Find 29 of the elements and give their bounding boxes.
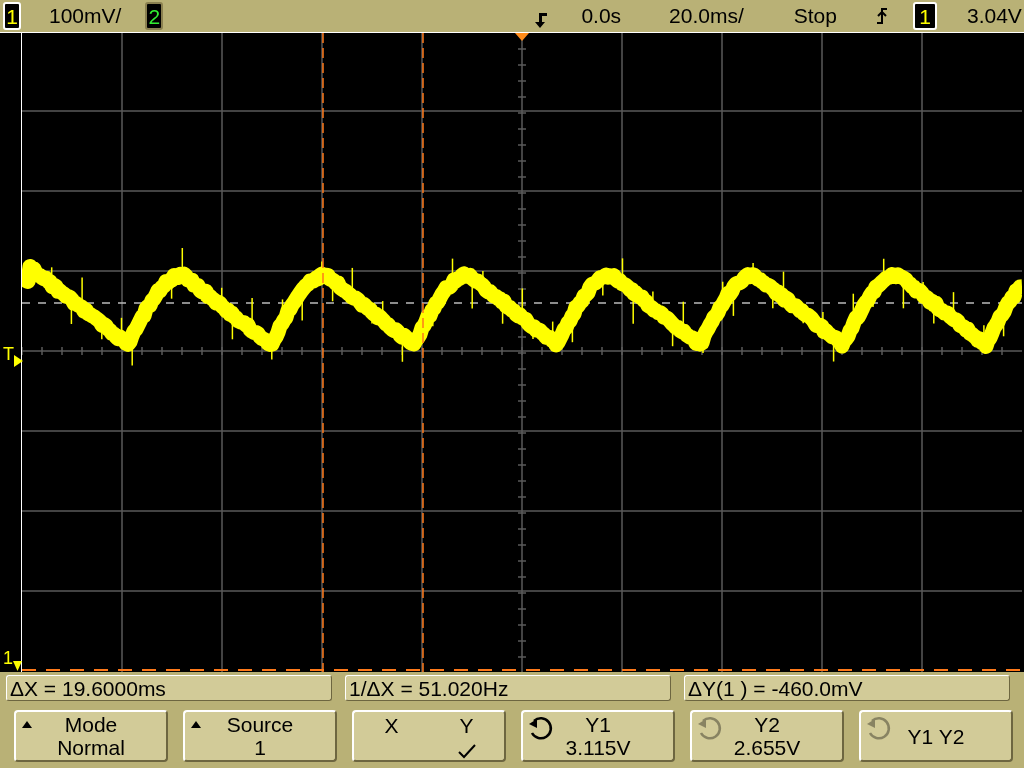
run-state: Stop bbox=[793, 4, 837, 28]
softkey[interactable]: Y2 2.655V bbox=[690, 710, 844, 762]
softkey[interactable]: Mode Normal bbox=[14, 710, 168, 762]
trigger-level-marker: T bbox=[3, 345, 14, 363]
triangle-right-icon bbox=[14, 355, 23, 367]
channel-badge[interactable]: 1 bbox=[3, 2, 21, 30]
softkey[interactable]: Source 1 bbox=[183, 710, 337, 762]
rising-edge-icon bbox=[875, 6, 889, 26]
cursor-line[interactable] bbox=[322, 33, 324, 672]
softkey[interactable]: Y1 Y2 bbox=[859, 710, 1013, 762]
cursor-line[interactable] bbox=[422, 33, 424, 672]
timebase-value: 20.0ms/ bbox=[669, 4, 744, 28]
measurement-readout: ΔY(1 ) = -460.0mV bbox=[684, 675, 1010, 701]
triangle-up-icon bbox=[22, 721, 32, 728]
delay-value: 0.0s bbox=[581, 4, 622, 28]
measurement-readout: 1/ΔX = 51.020Hz bbox=[345, 675, 671, 701]
channel-badge[interactable]: 2 bbox=[145, 2, 164, 30]
measurement-readout: ΔX = 19.6000ms bbox=[6, 675, 332, 701]
softkey[interactable]: X Y bbox=[352, 710, 506, 762]
vertical-scale: 100mV/ bbox=[49, 4, 122, 28]
cursor-line[interactable] bbox=[22, 669, 1022, 671]
trigger-source-badge[interactable]: 1 bbox=[913, 2, 937, 30]
trigger-level: 3.04V bbox=[967, 4, 1022, 28]
softkey-option: Y bbox=[459, 714, 474, 737]
softkey-option: X bbox=[384, 714, 399, 737]
softkey[interactable]: Y1 3.115V bbox=[521, 710, 675, 762]
triangle-up-icon bbox=[191, 721, 201, 728]
ground-marker: 1 bbox=[3, 649, 13, 667]
triangle-down-icon bbox=[13, 659, 22, 671]
